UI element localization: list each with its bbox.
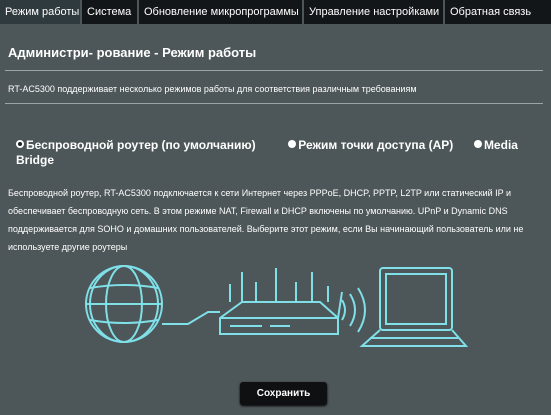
mode-description: Беспроводной роутер, RT-AC5300 подключае…	[8, 188, 524, 252]
laptop-icon	[359, 267, 469, 347]
tab-operation-mode[interactable]: Режим работы	[0, 0, 82, 24]
radio-media-bridge[interactable]	[473, 140, 482, 148]
intro-divider	[5, 103, 543, 104]
globe-icon	[85, 265, 163, 343]
mode-label-wireless-router: Беспроводной роутер (по умолчанию)	[26, 138, 256, 152]
router-icon	[219, 268, 343, 335]
tab-restore-save-upload[interactable]: Управление настройками	[304, 0, 445, 24]
wireless-router-illustration	[85, 265, 469, 347]
radio-wireless-router[interactable]	[16, 140, 24, 148]
tab-feedback[interactable]: Обратная связь	[445, 0, 551, 24]
operation-mode-options: Беспроводной роутер (по умолчанию) Режим…	[16, 138, 536, 168]
page-title: Администри- рование - Режим работы	[8, 45, 257, 60]
radio-access-point[interactable]	[288, 140, 297, 148]
tab-system[interactable]: Система	[82, 0, 139, 24]
mode-option-access-point[interactable]: Режим точки доступа (AP)	[288, 138, 456, 152]
mode-option-wireless-router[interactable]: Беспроводной роутер (по умолчанию)	[16, 138, 259, 152]
tab-firmware-upgrade[interactable]: Обновление микропрограммы	[139, 0, 304, 24]
wifi-waves-icon	[341, 287, 366, 333]
intro-text: RT-AC5300 поддерживает несколько режимов…	[8, 84, 417, 94]
tab-bar: Режим работы Система Обновление микропро…	[0, 0, 551, 24]
cable-line	[162, 311, 220, 325]
save-button[interactable]: Сохранить	[240, 382, 327, 405]
mode-label-access-point: Режим точки доступа (AP)	[298, 138, 454, 152]
title-divider	[5, 70, 543, 71]
